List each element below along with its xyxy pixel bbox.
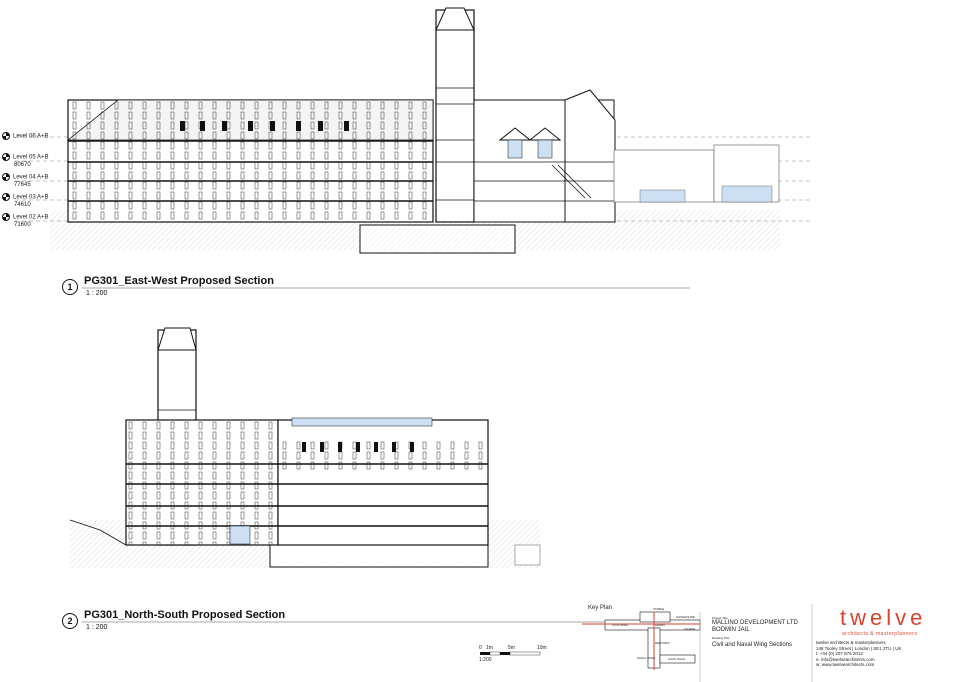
brand-logo: twelve [840, 605, 927, 630]
level-name: Level 05 A+B [13, 154, 49, 161]
drawing-title: Civil and Naval Wing Sections [712, 642, 793, 648]
north-south-section [69, 327, 690, 623]
level-value: 71600 [14, 221, 31, 228]
key-room-stable: STABLE [653, 607, 665, 611]
scale-bar-graphic [480, 651, 541, 656]
section-1-title: PG301_East-West Proposed Section [84, 275, 274, 287]
brand-contact: twelve architects & masterplanners 148 T… [816, 640, 901, 668]
key-room-gatehouse: GATEHOUSE [676, 615, 695, 619]
project-client: MALLINO DEVELOPMENT LTD [712, 620, 798, 626]
level-03-tag: Level 03 A+B 74610 [2, 193, 49, 209]
key-room-admin: ADMIN [655, 623, 665, 627]
level-name: Level 04 A+B [13, 174, 49, 181]
scale-ratio: 1:200 [479, 657, 492, 663]
east-west-section [15, 7, 810, 289]
level-name: Level 02 A+B [13, 214, 49, 221]
project-site: BODMIN JAIL [712, 627, 750, 633]
level-name: Level 03 A+B [13, 194, 49, 201]
scale-label-1m: 1m [486, 645, 493, 651]
level-06-tag: Level 06 A+B [2, 132, 49, 141]
key-room-civil-wing: CIVIL WING [612, 623, 629, 627]
level-marker-icon [2, 193, 10, 201]
scale-label-10m: 10m [537, 645, 547, 651]
key-room-gaol-walk: GAOL WALK [668, 657, 686, 661]
level-value: 80670 [14, 161, 31, 168]
drawing-sheet [15, 7, 813, 682]
level-marker-icon [2, 132, 10, 140]
brand-tagline: architects & masterplanners [842, 631, 918, 637]
key-room-debtors: DEBTORS [655, 641, 670, 645]
level-marker-icon [2, 213, 10, 221]
section-2-title: PG301_North-South Proposed Section [84, 609, 286, 621]
level-value: 74610 [14, 201, 31, 208]
key-plan-label: Key Plan [588, 605, 613, 611]
scale-label-5m: 5m [508, 645, 515, 651]
level-05-tag: Level 05 A+B 80670 [2, 153, 49, 169]
level-marker-icon [2, 153, 10, 161]
level-marker-icon [2, 173, 10, 181]
brand-line: w: www.twelvearchitects.com [816, 662, 875, 667]
drawing-title-label: Drawing Title [712, 636, 730, 640]
level-name: Level 06 A+B [13, 133, 49, 140]
key-room-chapel: CHAPEL [684, 627, 697, 631]
level-value: 77645 [14, 181, 31, 188]
level-02-tag: Level 02 A+B 71600 [2, 213, 49, 229]
section-2-scale: 1 : 200 [86, 624, 108, 631]
section-1-number: 1 [62, 279, 78, 295]
key-room-naval-wing: NAVAL WING [637, 656, 656, 660]
level-04-tag: Level 04 A+B 77645 [2, 173, 49, 189]
scale-label-0: 0 [479, 645, 482, 651]
section-2-number: 2 [62, 613, 78, 629]
section-1-scale: 1 : 200 [86, 290, 108, 297]
